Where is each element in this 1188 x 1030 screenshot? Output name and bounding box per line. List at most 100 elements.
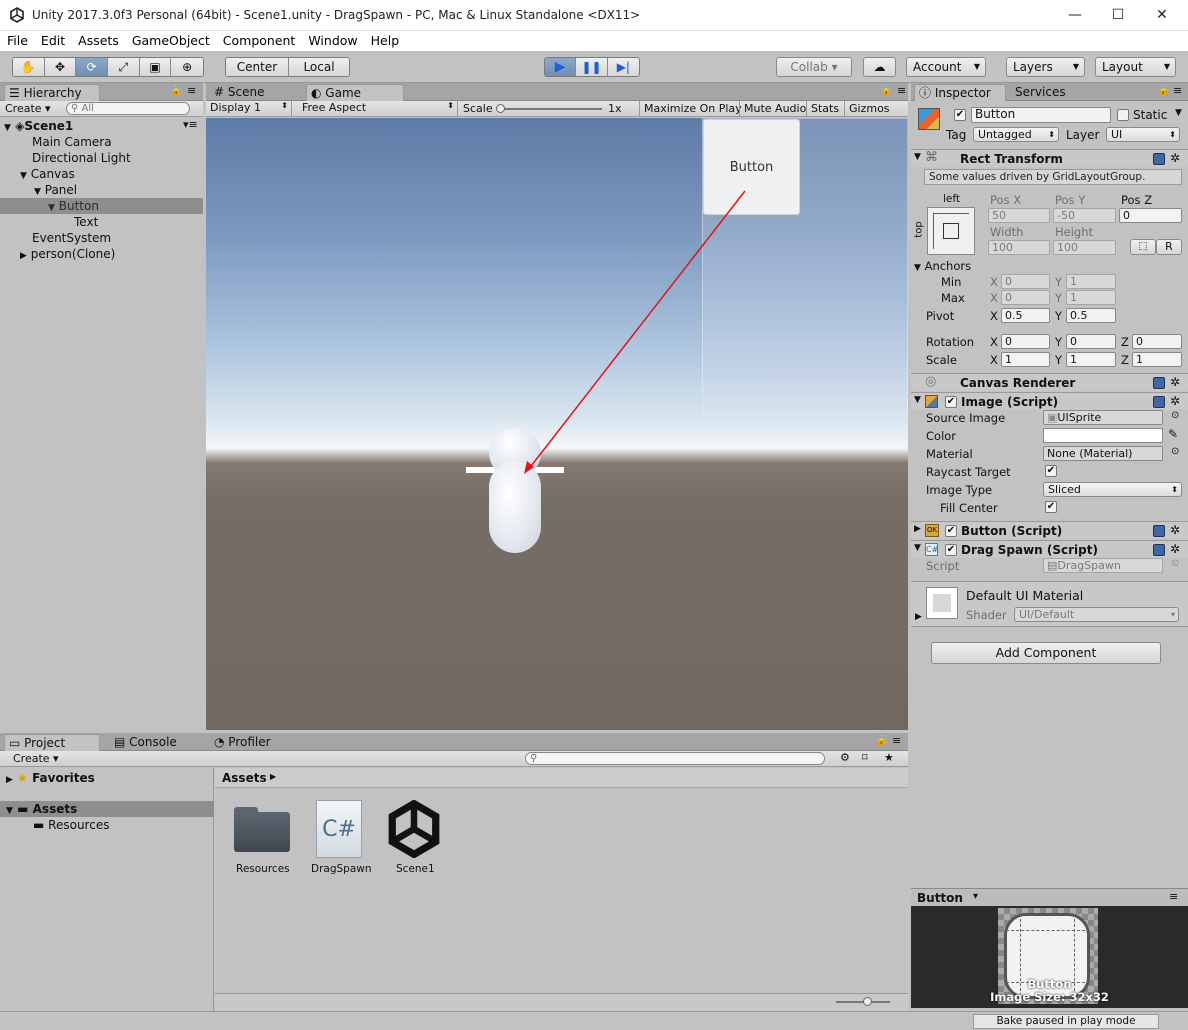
maximize-button[interactable]: ☐ bbox=[1098, 4, 1138, 26]
lock-icon[interactable]: 🔒 bbox=[170, 85, 182, 96]
hierarchy-item-directional-light[interactable]: Directional Light bbox=[32, 150, 131, 166]
resources-asset[interactable] bbox=[230, 798, 294, 862]
lock-icon[interactable]: 🔒 bbox=[875, 735, 887, 746]
maximize-on-play-toggle[interactable]: Maximize On Play bbox=[639, 101, 746, 116]
layout-dropdown[interactable]: Layout ▼ bbox=[1095, 57, 1176, 77]
static-arrow-icon[interactable]: ▼ bbox=[1175, 108, 1182, 118]
canvas-renderer-header[interactable]: ◎ Canvas Renderer ✲ bbox=[911, 373, 1188, 391]
inspector-tab[interactable]: ⓘ Inspector bbox=[914, 84, 1006, 101]
csharp-file-icon[interactable]: C# bbox=[316, 800, 362, 858]
material-field[interactable]: None (Material) bbox=[1043, 446, 1163, 461]
scene-menu-icon[interactable]: ▾≡ bbox=[183, 118, 198, 131]
width-field[interactable]: 100 bbox=[988, 240, 1050, 255]
mute-audio-toggle[interactable]: Mute Audio bbox=[739, 101, 810, 116]
help-icon[interactable] bbox=[1153, 377, 1165, 389]
gear-icon[interactable]: ✲ bbox=[1170, 542, 1180, 556]
menu-file[interactable]: File bbox=[0, 31, 34, 48]
posx-field[interactable]: 50 bbox=[988, 208, 1050, 223]
preview-dropdown-arrow-icon[interactable]: ▾ bbox=[973, 891, 978, 902]
anchor-min-y-field[interactable]: 1 bbox=[1066, 274, 1116, 289]
help-icon[interactable] bbox=[1153, 525, 1165, 537]
hierarchy-item-person[interactable]: ▶ person(Clone) bbox=[20, 246, 115, 262]
play-icon[interactable]: ▶ bbox=[545, 58, 577, 76]
object-name-input[interactable]: Button bbox=[971, 107, 1111, 123]
collab-button[interactable]: Collab ▾ bbox=[776, 57, 852, 77]
filter-type-icon[interactable]: ⚙ bbox=[840, 751, 850, 764]
height-field[interactable]: 100 bbox=[1053, 240, 1116, 255]
image-script-header[interactable]: ▼ ✔ Image (Script) ✲ bbox=[911, 392, 1188, 410]
drag-spawn-header[interactable]: ▼ C# ✔ Drag Spawn (Script) ✲ bbox=[911, 540, 1188, 558]
panel-menu-icon[interactable]: ≡ bbox=[1173, 84, 1182, 97]
rect-transform-header[interactable]: ▼ ⌘ Rect Transform ✲ bbox=[911, 149, 1188, 167]
drag-spawn-enabled-checkbox[interactable]: ✔ bbox=[945, 544, 957, 556]
rotation-x-field[interactable]: 0 bbox=[1001, 334, 1050, 349]
project-create-button[interactable]: Create ▾ bbox=[13, 752, 59, 765]
layers-dropdown[interactable]: Layers ▼ bbox=[1006, 57, 1085, 77]
menu-window[interactable]: Window bbox=[301, 31, 363, 48]
menu-assets[interactable]: Assets bbox=[71, 31, 125, 48]
hierarchy-item-eventsystem[interactable]: EventSystem bbox=[32, 230, 111, 246]
blueprint-mode-icon[interactable]: ⬚ bbox=[1130, 239, 1156, 255]
transform-tool-icon[interactable]: ⊕ bbox=[171, 58, 203, 76]
eyedropper-icon[interactable]: ✎ bbox=[1168, 427, 1178, 441]
menu-help[interactable]: Help bbox=[364, 31, 406, 48]
static-checkbox[interactable] bbox=[1117, 109, 1129, 121]
scale-x-field[interactable]: 1 bbox=[1001, 352, 1050, 367]
object-picker-icon[interactable]: ⊙ bbox=[1171, 410, 1179, 421]
scale-slider-track[interactable] bbox=[498, 108, 602, 110]
add-component-button[interactable]: Add Component bbox=[931, 642, 1161, 664]
scale-z-field[interactable]: 1 bbox=[1132, 352, 1182, 367]
display-dropdown[interactable]: Display 1 ⬍ bbox=[206, 101, 292, 116]
unity-scene-file-icon[interactable] bbox=[385, 800, 443, 858]
assets-folder-item[interactable]: ▼ ▬ Assets bbox=[6, 801, 77, 817]
filter-label-icon[interactable]: ⌑ bbox=[862, 751, 868, 764]
gizmos-toggle[interactable]: Gizmos bbox=[844, 101, 894, 116]
scale-slider-thumb[interactable] bbox=[496, 104, 505, 113]
menu-component[interactable]: Component bbox=[216, 31, 302, 48]
hand-tool-icon[interactable]: ✋ bbox=[13, 58, 45, 76]
hierarchy-item-main-camera[interactable]: Main Camera bbox=[32, 134, 112, 150]
hierarchy-item-text[interactable]: Text bbox=[74, 214, 98, 230]
move-tool-icon[interactable]: ✥ bbox=[44, 58, 77, 76]
hierarchy-tab[interactable]: ☰ Hierarchy bbox=[4, 84, 100, 101]
game-viewport[interactable]: Button bbox=[206, 118, 908, 730]
menu-gameobject[interactable]: GameObject bbox=[125, 31, 216, 48]
resources-folder-item[interactable]: ▬ Resources bbox=[33, 817, 109, 833]
favorite-star-icon[interactable]: ★ bbox=[884, 751, 894, 764]
account-dropdown[interactable]: Account ▼ bbox=[906, 57, 986, 77]
shader-dropdown[interactable]: UI/Default ▾ bbox=[1014, 607, 1179, 622]
help-icon[interactable] bbox=[1153, 396, 1165, 408]
color-field[interactable] bbox=[1043, 428, 1163, 443]
source-image-field[interactable]: ▣UISprite bbox=[1043, 410, 1163, 425]
game-tab[interactable]: ◐ Game bbox=[306, 84, 404, 101]
services-tab[interactable]: Services bbox=[1011, 84, 1091, 101]
step-icon[interactable]: ▶| bbox=[607, 58, 639, 76]
hierarchy-item-canvas[interactable]: ▼ Canvas bbox=[20, 166, 75, 182]
raw-edit-button[interactable]: R bbox=[1156, 239, 1182, 255]
hierarchy-item-button[interactable]: ▼ Button bbox=[48, 198, 99, 214]
lock-icon[interactable]: 🔒 bbox=[1157, 85, 1169, 96]
pause-icon[interactable]: ❚❚ bbox=[576, 58, 608, 76]
scene-tab[interactable]: # Scene bbox=[210, 84, 306, 101]
collapse-arrow-icon[interactable]: ▶ bbox=[915, 612, 922, 622]
aspect-dropdown[interactable]: Free Aspect ⬍ bbox=[298, 101, 458, 116]
project-search-input[interactable]: ⚲ bbox=[525, 752, 825, 765]
button-enabled-checkbox[interactable]: ✔ bbox=[945, 525, 957, 537]
menu-edit[interactable]: Edit bbox=[34, 31, 71, 48]
icon-size-slider-thumb[interactable] bbox=[863, 997, 872, 1006]
pivot-x-field[interactable]: 0.5 bbox=[1001, 308, 1050, 323]
pivot-center-button[interactable]: Center bbox=[226, 58, 289, 76]
hierarchy-create-button[interactable]: Create ▾ bbox=[5, 102, 51, 115]
tag-dropdown[interactable]: Untagged ⬍ bbox=[973, 127, 1059, 142]
lock-icon[interactable]: 🔒 bbox=[880, 85, 892, 96]
button-script-header[interactable]: ▶ OK ✔ Button (Script) ✲ bbox=[911, 521, 1188, 539]
raycast-target-checkbox[interactable]: ✔ bbox=[1045, 465, 1057, 477]
gear-icon[interactable]: ✲ bbox=[1170, 375, 1180, 389]
layer-dropdown[interactable]: UI ⬍ bbox=[1106, 127, 1180, 142]
rotate-tool-icon[interactable]: ⟳ bbox=[76, 58, 109, 76]
object-picker-icon[interactable]: ⊙ bbox=[1171, 446, 1179, 457]
anchors-foldout[interactable]: ▼ Anchors bbox=[914, 259, 971, 273]
scale-tool-icon[interactable]: ⤢ bbox=[108, 58, 140, 76]
rect-tool-icon[interactable]: ▣ bbox=[139, 58, 172, 76]
favorites-item[interactable]: ▶ ★ Favorites bbox=[6, 770, 95, 786]
